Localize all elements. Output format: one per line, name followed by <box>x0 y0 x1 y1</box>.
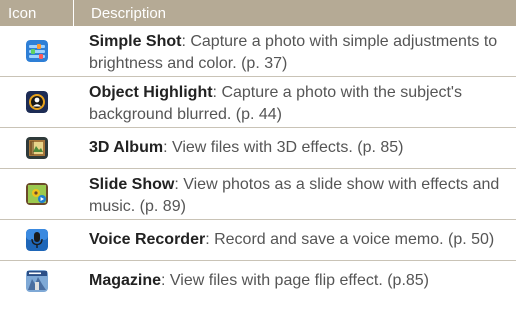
slide-show-icon <box>25 183 48 205</box>
icon-cell <box>0 128 73 168</box>
feature-title: Simple Shot <box>89 33 182 50</box>
description-cell: 3D Album: View files with 3D effects. (p… <box>73 128 516 168</box>
icon-cell <box>0 220 73 260</box>
simple-shot-icon <box>25 40 48 62</box>
table-row: Simple Shot: Capture a photo with simple… <box>0 26 516 77</box>
icon-cell <box>0 169 73 219</box>
feature-description: : View files with page flip effect. (p.8… <box>161 271 430 289</box>
feature-description: : View files with 3D effects. (p. 85) <box>163 139 404 156</box>
description-cell: Voice Recorder: Record and save a voice … <box>73 220 516 260</box>
table-row: Object Highlight: Capture a photo with t… <box>0 77 516 128</box>
header-description-column: Description <box>73 0 516 26</box>
app-table: Icon Description Simple Shot: Capture a … <box>0 0 516 300</box>
icon-cell <box>0 77 73 127</box>
description-cell: Object Highlight: Capture a photo with t… <box>73 77 516 127</box>
feature-description: : Record and save a voice memo. (p. 50) <box>205 231 495 248</box>
feature-title: Voice Recorder <box>89 231 206 248</box>
feature-title: Object Highlight <box>89 84 213 101</box>
icon-cell <box>0 26 73 76</box>
feature-title: Slide Show <box>89 176 175 193</box>
table-row: Slide Show: View photos as a slide show … <box>0 169 516 220</box>
object-highlight-icon <box>25 91 48 113</box>
table-header: Icon Description <box>0 0 516 26</box>
icon-cell <box>0 261 73 300</box>
header-icon-column: Icon <box>8 4 37 22</box>
voice-recorder-icon <box>25 229 48 251</box>
feature-title: 3D Album <box>89 139 164 156</box>
3d-album-icon <box>25 137 48 159</box>
table-row: Voice Recorder: Record and save a voice … <box>0 220 516 261</box>
description-cell: Simple Shot: Capture a photo with simple… <box>73 26 516 76</box>
table-row: 3D Album: View files with 3D effects. (p… <box>0 128 516 169</box>
magazine-icon <box>25 269 48 292</box>
feature-title: Magazine <box>89 271 162 289</box>
description-cell: Magazine: View files with page flip effe… <box>73 261 516 300</box>
description-cell: Slide Show: View photos as a slide show … <box>73 169 516 219</box>
table-row: Magazine: View files with page flip effe… <box>0 261 516 300</box>
